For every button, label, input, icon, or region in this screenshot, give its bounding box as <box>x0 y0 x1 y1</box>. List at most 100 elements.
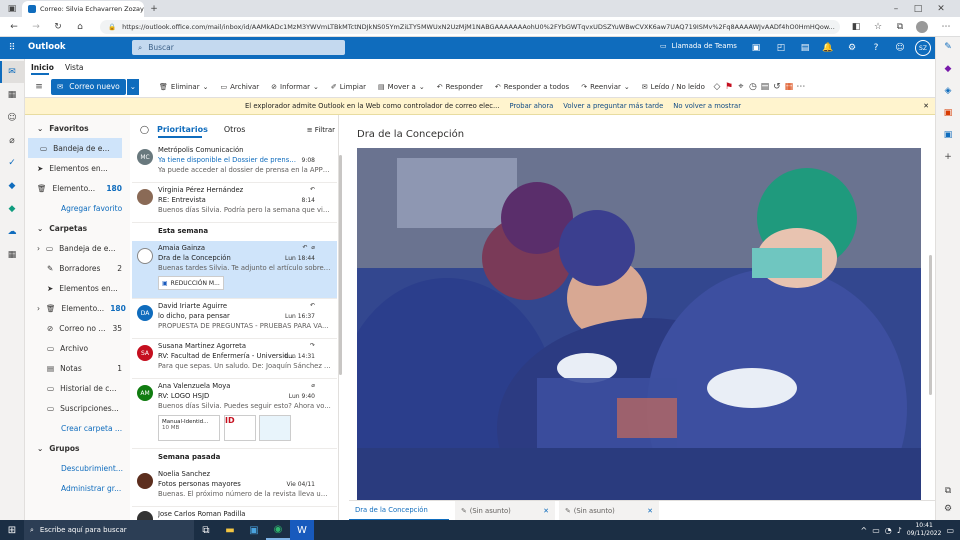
network-icon[interactable]: ▭ <box>872 526 880 535</box>
app-launcher-icon[interactable]: ⠿ <box>6 42 18 54</box>
rail-settings-icon[interactable]: ✎ <box>942 41 954 53</box>
feedback-icon[interactable]: ☺ <box>894 42 906 54</box>
windows-start-icon[interactable]: ⊞ <box>0 520 24 540</box>
new-mail-dropdown[interactable]: ⌄ <box>125 78 140 95</box>
fav-inbox[interactable]: ▭ Bandeja de e... <box>28 138 122 158</box>
collapse-nav-icon[interactable]: ≡ <box>33 81 45 93</box>
reply-button[interactable]: ↶ Responder <box>431 76 489 98</box>
folder-drafts[interactable]: ✎ Borradores 2 <box>25 258 130 278</box>
mail-icon[interactable]: ✉ <box>6 66 18 78</box>
folders-header[interactable]: ⌄ Carpetas <box>25 218 130 238</box>
select-checkbox[interactable] <box>137 248 153 264</box>
store-icon[interactable]: ▣ <box>242 520 266 540</box>
teams-call-button[interactable]: ▭ Llamada de Teams <box>660 42 737 50</box>
list-item[interactable]: AM Ana Valenzuela Moya ⌀ RV: LOGO HSJD L… <box>132 379 337 449</box>
manage-groups-link[interactable]: Administrar gr... <box>25 478 130 498</box>
tab-inicio[interactable]: Inicio <box>31 63 54 72</box>
notifications-bell-icon[interactable]: 🔔 <box>822 42 834 54</box>
pin-icon[interactable]: ⌖ <box>735 81 747 93</box>
discover-groups-link[interactable]: Descubrimient... <box>25 458 130 478</box>
folder-junk[interactable]: ⊘ Correo no ... 35 <box>25 318 130 338</box>
list-item-selected[interactable]: Amaia Gainza ↶ ⌀ Dra de la Concepción Lu… <box>132 241 337 299</box>
edge-icon[interactable]: ◉ <box>266 520 290 540</box>
attachment-card[interactable]: Manual-Identid... 10 MB <box>158 415 220 441</box>
tag-icon[interactable]: ◇ <box>711 81 723 93</box>
minimize-icon[interactable]: – <box>890 3 902 15</box>
reading-scrollbar[interactable] <box>929 255 932 395</box>
reply-all-button[interactable]: ↶ Responder a todos <box>489 76 575 98</box>
rail-add-app-icon[interactable]: + <box>942 151 954 163</box>
user-avatar[interactable]: SZ <box>915 40 931 56</box>
draft-tab[interactable]: ✎ (Sin asunto) ✕ <box>559 501 659 521</box>
close-draft-icon[interactable]: ✕ <box>647 507 653 515</box>
move-to-button[interactable]: ▤ Mover a ⌄ <box>372 76 431 98</box>
onedrive-icon[interactable]: ☁ <box>6 226 18 238</box>
volume-icon[interactable]: ♪ <box>897 526 902 535</box>
task-view-icon[interactable]: ⧉ <box>194 520 218 540</box>
more-apps-icon[interactable]: ▦ <box>6 249 18 261</box>
home-icon[interactable]: ⌂ <box>74 21 86 33</box>
refresh-icon[interactable]: ↻ <box>52 21 64 33</box>
sweep-button[interactable]: ✐ Limpiar <box>325 76 372 98</box>
maximize-icon[interactable]: □ <box>912 3 924 15</box>
filter-button[interactable]: ≡ Filtrar <box>307 126 335 134</box>
tab-other[interactable]: Otros <box>224 125 246 134</box>
teams-icon[interactable]: ◆ <box>6 180 18 192</box>
browser-tab[interactable]: Correo: Silvia Echavarren Zozaya ✕ <box>22 1 144 17</box>
clock[interactable]: 10:41 09/11/2022 <box>907 522 942 538</box>
rail-todo-icon[interactable]: ◈ <box>942 85 954 97</box>
rail-gear-icon[interactable]: ⚙ <box>942 503 954 515</box>
flag-icon[interactable]: ⚑ <box>723 81 735 93</box>
taskbar-search[interactable]: ⌕ Escribe aquí para buscar <box>24 520 194 540</box>
folder-notes[interactable]: ▤ Notas 1 <box>25 358 130 378</box>
attachment-chip[interactable]: ▣ REDUCCIÓN M... <box>158 276 224 290</box>
word-icon[interactable]: W <box>290 520 314 540</box>
attachment-thumb-logo[interactable]: ID <box>224 415 256 441</box>
teams-chat-icon[interactable]: ▣ <box>750 42 762 54</box>
archive-button[interactable]: ▭ Archivar <box>214 76 265 98</box>
close-infobar-icon[interactable]: ✕ <box>923 102 929 110</box>
tab-focused[interactable]: Prioritarios <box>157 125 208 134</box>
new-mail-button[interactable]: ✉ Correo nuevo <box>51 78 126 95</box>
tab-vista[interactable]: Vista <box>65 63 84 72</box>
tray-chevron-icon[interactable]: ^ <box>860 526 867 535</box>
delete-button[interactable]: 🗑 Eliminar ⌄ <box>153 76 214 98</box>
list-scrollbar[interactable] <box>339 155 342 375</box>
collections-icon[interactable]: ⧉ <box>894 21 906 33</box>
powerpoint-icon[interactable]: ▤ <box>799 42 811 54</box>
rail-popout-icon[interactable]: ⧉ <box>942 485 954 497</box>
folder-subscriptions[interactable]: ▭ Suscripciones... <box>25 398 130 418</box>
new-tab-icon[interactable]: + <box>148 3 160 15</box>
tab-actions-icon[interactable]: ▣ <box>6 3 18 15</box>
list-item[interactable]: Noelia Sanchez Fotos personas mayores Vi… <box>132 467 337 507</box>
draft-tab[interactable]: ✎ (Sin asunto) ✕ <box>455 501 555 521</box>
rail-outlook-icon[interactable]: ▣ <box>942 129 954 141</box>
folder-archive[interactable]: ▭ Archivo <box>25 338 130 358</box>
try-now-link[interactable]: Probar ahora <box>509 102 553 110</box>
favorites-star-icon[interactable]: ☆ <box>872 21 884 33</box>
settings-gear-icon[interactable]: ⚙ <box>846 42 858 54</box>
snooze-icon[interactable]: ◷ <box>747 81 759 93</box>
whiteboard-icon[interactable]: ◰ <box>775 42 787 54</box>
ask-later-link[interactable]: Volver a preguntar más tarde <box>563 102 663 110</box>
folder-inbox[interactable]: › ▭ Bandeja de e... <box>25 238 130 258</box>
close-window-icon[interactable]: ✕ <box>935 3 947 15</box>
list-item[interactable]: SA Susana Martinez Agorreta ↷ RV: Facult… <box>132 339 337 379</box>
rail-office-icon[interactable]: ▣ <box>942 107 954 119</box>
file-explorer-icon[interactable]: ▬ <box>218 520 242 540</box>
rail-copilot-icon[interactable]: ◆ <box>942 63 954 75</box>
add-favorite-link[interactable]: Agregar favorito <box>25 198 130 218</box>
close-draft-icon[interactable]: ✕ <box>543 507 549 515</box>
folder-sent[interactable]: ➤ Elementos en... <box>25 278 130 298</box>
people-icon[interactable]: ☺ <box>6 112 18 124</box>
notification-center-icon[interactable]: ▭ <box>946 526 954 535</box>
attachment-thumb-logo-2[interactable] <box>259 415 291 441</box>
ribbon-more-icon[interactable]: ⋯ <box>795 81 807 93</box>
rules-icon[interactable]: ▤ <box>759 81 771 93</box>
sway-icon[interactable]: ◆ <box>6 203 18 215</box>
draft-tab-active[interactable]: Dra de la Concepción <box>349 501 449 521</box>
dont-show-link[interactable]: No volver a mostrar <box>673 102 741 110</box>
list-item[interactable]: Virginia Pérez Hernández ↶ RE: Entrevist… <box>132 183 337 223</box>
read-unread-button[interactable]: ✉ Leído / No leído <box>636 76 711 98</box>
profile-avatar[interactable] <box>916 21 928 33</box>
